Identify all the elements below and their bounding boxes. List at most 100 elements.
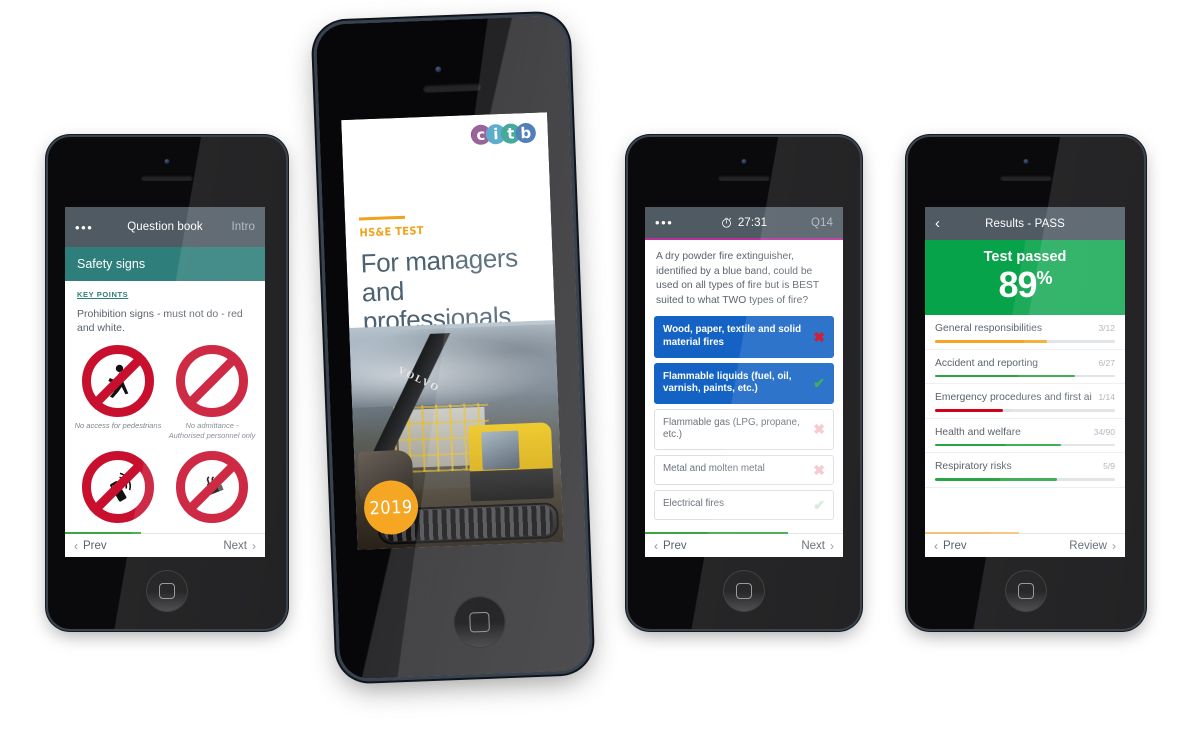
timer-value: 27:31 bbox=[737, 216, 768, 229]
phone1-screen: ••• Question book Intro Safety signs KEY… bbox=[65, 207, 265, 557]
chevron-left-icon: ‹ bbox=[654, 538, 658, 553]
book-cover: c i t b HS&E TEST For managers and profe… bbox=[341, 112, 564, 550]
sign-cell bbox=[165, 447, 259, 533]
chevron-right-icon: › bbox=[252, 538, 256, 553]
answer-option[interactable]: Flammable liquids (fuel, oil, varnish, p… bbox=[654, 362, 834, 404]
stopwatch-icon bbox=[721, 217, 732, 228]
sign-cell bbox=[71, 447, 165, 533]
phone-results: ‹ Results - PASS Test passed 89% General… bbox=[908, 137, 1144, 629]
check-icon: ✔ bbox=[813, 496, 825, 513]
next-label: Next bbox=[223, 539, 247, 552]
prev-label: Prev bbox=[663, 539, 687, 552]
phone1-appbar: ••• Question book Intro bbox=[65, 207, 265, 247]
answer-option[interactable]: Electrical fires ✔ bbox=[654, 489, 834, 520]
earpiece-speaker bbox=[718, 175, 770, 181]
phone4-navbar: ‹ Prev Review › bbox=[925, 532, 1125, 557]
check-icon: ✔ bbox=[813, 375, 825, 392]
no-entry-sign bbox=[176, 345, 248, 418]
answer-label: Electrical fires bbox=[663, 498, 724, 510]
intro-link[interactable]: Intro bbox=[231, 221, 255, 233]
question-text: A dry powder fire extinguisher, identifi… bbox=[656, 251, 819, 306]
chevron-left-icon: ‹ bbox=[74, 538, 78, 553]
answer-option[interactable]: Flammable gas (LPG, propane, etc.) ✖ bbox=[654, 408, 834, 450]
review-button[interactable]: Review › bbox=[1069, 539, 1116, 553]
next-button[interactable]: Next › bbox=[223, 539, 256, 553]
phone2-screen: c i t b HS&E TEST For managers and profe… bbox=[341, 112, 564, 550]
cross-icon: ✖ bbox=[813, 328, 825, 345]
progress-indicator bbox=[645, 532, 788, 534]
cover-eyebrow: HS&E TEST bbox=[359, 224, 425, 240]
section-title: Safety signs bbox=[65, 247, 265, 281]
overflow-menu-icon[interactable]: ••• bbox=[655, 216, 673, 229]
page-title: Results - PASS bbox=[985, 217, 1065, 230]
front-camera-icon bbox=[164, 159, 170, 164]
phone-book-cover: c i t b HS&E TEST For managers and profe… bbox=[315, 15, 591, 680]
category-list: General responsibilities 3/12 Accident a… bbox=[925, 315, 1125, 488]
category-row[interactable]: Health and welfare 34/90 bbox=[925, 419, 1125, 453]
category-name: Emergency procedures and first aid bbox=[935, 392, 1093, 403]
home-button[interactable] bbox=[1005, 570, 1047, 612]
phone-question-book: ••• Question book Intro Safety signs KEY… bbox=[48, 137, 286, 629]
cross-icon: ✖ bbox=[813, 461, 825, 478]
chevron-left-icon[interactable]: ‹ bbox=[935, 215, 940, 232]
cross-icon: ✖ bbox=[813, 421, 825, 438]
category-progress bbox=[935, 374, 1115, 377]
no-mobile-phones-sign bbox=[82, 450, 154, 523]
category-name: Health and welfare bbox=[935, 426, 1021, 438]
category-progress bbox=[935, 443, 1115, 446]
prev-button[interactable]: ‹ Prev bbox=[654, 539, 687, 553]
earpiece-speaker bbox=[1000, 175, 1052, 181]
citb-logo: c i t b bbox=[470, 122, 537, 146]
category-score: 5/9 bbox=[1103, 461, 1115, 471]
question-number: Q14 bbox=[810, 216, 833, 229]
front-camera-icon bbox=[434, 66, 441, 73]
home-button[interactable] bbox=[452, 595, 507, 650]
phone3-navbar: ‹ Prev Next › bbox=[645, 532, 843, 557]
overflow-menu-icon[interactable]: ••• bbox=[75, 221, 93, 234]
prev-button[interactable]: ‹ Prev bbox=[74, 539, 107, 553]
cover-top: c i t b HS&E TEST For managers and profe… bbox=[341, 112, 555, 337]
next-button[interactable]: Next › bbox=[801, 539, 834, 553]
prev-button[interactable]: ‹ Prev bbox=[934, 539, 967, 553]
answer-option[interactable]: Wood, paper, textile and solid material … bbox=[654, 316, 834, 358]
no-smoking-sign bbox=[176, 450, 248, 523]
category-progress bbox=[935, 340, 1115, 343]
result-percent: 89% bbox=[925, 267, 1125, 303]
category-name: Accident and reporting bbox=[935, 357, 1039, 369]
sign-caption: No admittance - Authorised personnel onl… bbox=[168, 421, 256, 441]
logo-letter: b bbox=[515, 122, 537, 144]
answer-label: Metal and molten metal bbox=[663, 463, 765, 475]
category-row[interactable]: General responsibilities 3/12 bbox=[925, 315, 1125, 350]
phone3-appbar: ••• 27:31 Q14 bbox=[645, 207, 843, 240]
sign-cell: No admittance - Authorised personnel onl… bbox=[165, 341, 259, 447]
answer-list: Wood, paper, textile and solid material … bbox=[645, 316, 843, 520]
category-row[interactable]: Respiratory risks 5/9 bbox=[925, 453, 1125, 488]
cover-photo-excavator: VOLVO 2019 bbox=[349, 320, 564, 550]
phone-question: ••• 27:31 Q14 A dry powder fire extingui… bbox=[628, 137, 860, 629]
chevron-right-icon: › bbox=[1112, 538, 1116, 553]
sign-cell: No access for pedestrians bbox=[71, 341, 165, 447]
phone4-appbar: ‹ Results - PASS bbox=[925, 207, 1125, 240]
key-points-label[interactable]: KEY POINTS bbox=[65, 281, 265, 299]
category-row[interactable]: Emergency procedures and first aid 1/14 bbox=[925, 384, 1125, 419]
title-rule bbox=[358, 215, 406, 221]
category-progress bbox=[935, 409, 1115, 412]
result-label: Test passed bbox=[983, 249, 1067, 265]
progress-indicator bbox=[65, 532, 141, 534]
phone1-navbar: ‹ Prev Next › bbox=[65, 532, 265, 557]
home-button[interactable] bbox=[146, 570, 188, 612]
category-name: Respiratory risks bbox=[935, 461, 1012, 472]
category-name: General responsibilities bbox=[935, 323, 1043, 334]
percent-symbol: % bbox=[1036, 268, 1053, 288]
home-button[interactable] bbox=[723, 570, 765, 612]
answer-option[interactable]: Metal and molten metal ✖ bbox=[654, 454, 834, 485]
result-summary: Test passed 89% bbox=[925, 240, 1125, 315]
answer-label: Flammable gas (LPG, propane, etc.) bbox=[663, 416, 800, 441]
category-row[interactable]: Accident and reporting 6/27 bbox=[925, 350, 1125, 384]
answer-label: Flammable liquids (fuel, oil, varnish, p… bbox=[663, 370, 792, 395]
no-pedestrians-sign bbox=[82, 345, 154, 418]
chevron-right-icon: › bbox=[830, 538, 834, 553]
mockup-stage: ••• Question book Intro Safety signs KEY… bbox=[0, 0, 1200, 730]
sign-caption: No access for pedestrians bbox=[74, 421, 162, 431]
prev-label: Prev bbox=[943, 539, 967, 552]
